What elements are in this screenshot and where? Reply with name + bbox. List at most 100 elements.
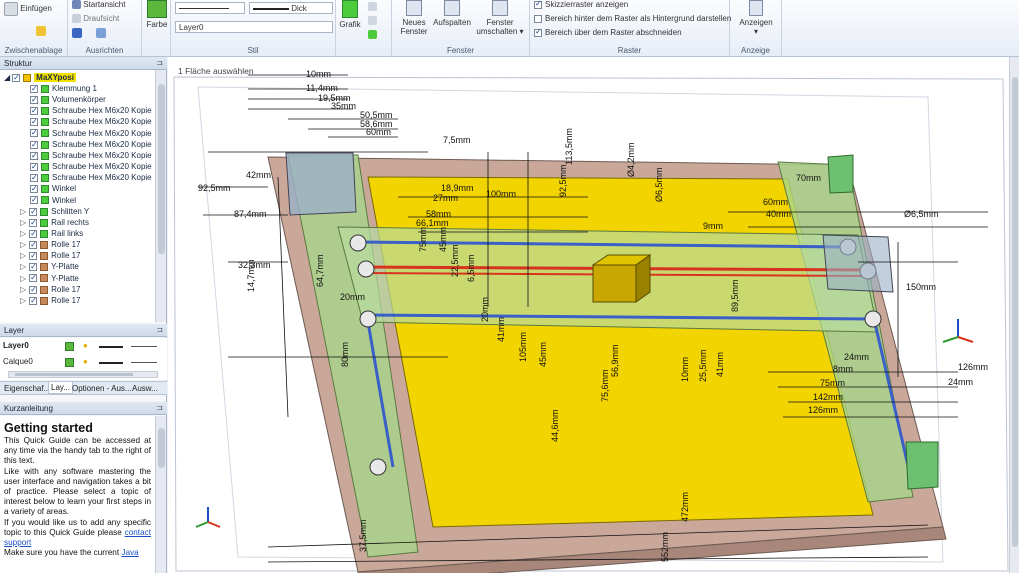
visibility-checkbox[interactable]: [29, 217, 38, 228]
tree-item[interactable]: ▷ Rolle 17: [20, 284, 81, 295]
line-weight-select[interactable]: Dick: [249, 2, 333, 14]
viewport-scroll-thumb[interactable]: [1012, 77, 1018, 547]
expand-icon[interactable]: ▷: [20, 262, 26, 271]
visibility-checkbox[interactable]: [12, 72, 21, 83]
pin-icon[interactable]: ⊐: [156, 403, 163, 412]
top-view-button[interactable]: Draufsicht: [72, 14, 119, 24]
layer-row[interactable]: Layer0 ●: [3, 341, 163, 353]
visibility-checkbox[interactable]: [30, 116, 38, 127]
guide-scroll-thumb[interactable]: [158, 428, 165, 468]
expand-icon[interactable]: ▷: [20, 274, 26, 283]
line-weight-icon[interactable]: [99, 362, 123, 364]
visibility-checkbox[interactable]: [29, 272, 38, 283]
color-button[interactable]: Farbe: [146, 0, 168, 29]
tree-item[interactable]: ▷ Schlitten Y: [20, 206, 89, 217]
cad-drawing[interactable]: 10mm 11,4mm 19,5mm 35mm 50,5mm 58,6mm 60…: [168, 57, 1019, 573]
split-button[interactable]: Aufspalten: [432, 0, 472, 27]
tree-item[interactable]: ▷ Rail rechts: [20, 217, 89, 228]
visibility-checkbox[interactable]: [30, 183, 38, 194]
tree-item[interactable]: ▷ Y-Platte: [20, 272, 79, 284]
layer-color-icon[interactable]: [65, 358, 74, 367]
grafik-button[interactable]: Grafik: [338, 0, 362, 29]
cube-view-button[interactable]: [72, 28, 107, 38]
tree-item[interactable]: Klemmung 1: [30, 83, 97, 94]
tree-item[interactable]: ▷ Y-Platte: [20, 261, 79, 272]
tree-item[interactable]: ▷ Rolle 17: [20, 295, 81, 306]
format-painter-button[interactable]: [36, 26, 46, 36]
pin-icon[interactable]: ⊐: [156, 325, 163, 334]
visibility-checkbox[interactable]: [29, 295, 38, 306]
layer-color-icon[interactable]: [65, 342, 74, 351]
visibility-checkbox[interactable]: [30, 127, 38, 138]
switch-window-button[interactable]: Fenster umschalten ▾: [474, 0, 526, 36]
start-view-button[interactable]: Startansicht: [72, 0, 125, 10]
tab-layer[interactable]: Lay...: [48, 382, 73, 394]
tree-item[interactable]: Schraube Hex M6x20 Kopie: [30, 139, 152, 150]
visibility-checkbox[interactable]: [30, 172, 38, 183]
expand-icon[interactable]: ▷: [20, 207, 26, 216]
new-window-button[interactable]: Neues Fenster: [396, 0, 432, 36]
expand-icon[interactable]: ▷: [20, 218, 26, 227]
visibility-checkbox[interactable]: [30, 94, 38, 105]
cad-viewport[interactable]: 10mm 11,4mm 19,5mm 35mm 50,5mm 58,6mm 60…: [168, 57, 1019, 573]
tree-item[interactable]: Schraube Hex M6x20 Kopie: [30, 105, 152, 116]
line-style-select[interactable]: [175, 2, 245, 14]
line-weight-icon[interactable]: [99, 346, 123, 348]
line-style-icon[interactable]: [131, 346, 157, 347]
display-button[interactable]: Anzeigen ▾: [734, 0, 778, 36]
expand-icon[interactable]: ▷: [20, 285, 26, 294]
tree-item[interactable]: Schraube Hex M6x20 Kopie: [30, 161, 152, 172]
visibility-checkbox[interactable]: [29, 261, 38, 272]
tree-item[interactable]: Winkel: [30, 194, 76, 206]
tree-item[interactable]: Volumenkörper: [30, 94, 106, 105]
java-link[interactable]: Java: [121, 548, 138, 557]
paste-button[interactable]: Einfügen: [4, 2, 52, 16]
visibility-checkbox[interactable]: [29, 206, 38, 217]
tab-selection[interactable]: Ausw...: [132, 384, 158, 393]
grafik-opt3-button[interactable]: [368, 30, 377, 40]
grafik-opt2-button[interactable]: [368, 16, 377, 26]
raster-opt2-checkbox[interactable]: Bereich hinter dem Raster als Hintergrun…: [534, 14, 731, 23]
expand-icon[interactable]: ▷: [20, 229, 26, 238]
visibility-checkbox[interactable]: [29, 239, 38, 250]
tree-item[interactable]: Schraube Hex M6x20 Kopie: [30, 150, 152, 161]
tree-item[interactable]: Winkel: [30, 183, 76, 194]
tree-item[interactable]: Schraube Hex M6x20 Kopie: [30, 116, 152, 127]
expand-icon[interactable]: ▷: [20, 240, 26, 249]
visibility-checkbox[interactable]: [30, 161, 38, 172]
tree-item[interactable]: ▷ Rolle 17: [20, 250, 81, 261]
tree-item[interactable]: ▷ Rolle 17: [20, 239, 81, 250]
visibility-checkbox[interactable]: [29, 284, 38, 295]
line-style-icon[interactable]: [131, 362, 157, 363]
tab-options[interactable]: Optionen - Aus...: [72, 384, 132, 393]
tree-item[interactable]: Schraube Hex M6x20 Kopie: [30, 172, 152, 183]
guide-scrollbar[interactable]: [155, 416, 166, 573]
visibility-checkbox[interactable]: [30, 194, 38, 205]
expand-icon[interactable]: ▷: [20, 296, 26, 305]
layer-row[interactable]: Calque0 ●: [3, 357, 163, 369]
tree-scroll-thumb[interactable]: [158, 84, 165, 254]
expand-icon[interactable]: ▷: [20, 251, 26, 260]
raster-opt1-checkbox[interactable]: Skizzierraster anzeigen: [534, 0, 628, 9]
visibility-checkbox[interactable]: [29, 228, 38, 239]
visibility-checkbox[interactable]: [30, 150, 38, 161]
tab-properties[interactable]: Eigenschaf...: [4, 384, 50, 393]
layer-select[interactable]: Layer0: [175, 21, 333, 33]
pin-icon[interactable]: ⊐: [156, 58, 163, 67]
visibility-checkbox[interactable]: [30, 105, 38, 116]
bulb-icon[interactable]: ●: [83, 357, 88, 366]
tree-scrollbar[interactable]: [155, 70, 166, 322]
visibility-checkbox[interactable]: [29, 250, 38, 261]
grafik-opt1-button[interactable]: [368, 2, 377, 12]
layer-hscroll-thumb[interactable]: [15, 373, 133, 376]
tree-item[interactable]: Schraube Hex M6x20 Kopie: [30, 127, 152, 139]
visibility-checkbox[interactable]: [30, 139, 38, 150]
layer-hscrollbar[interactable]: [8, 371, 158, 378]
tree-root[interactable]: ◢ MaXYposi: [4, 72, 76, 83]
raster-opt3-checkbox[interactable]: Bereich über dem Raster abschneiden: [534, 27, 682, 37]
viewport-scrollbar[interactable]: [1009, 57, 1019, 573]
tree-item[interactable]: ▷ Rail links: [20, 228, 83, 239]
visibility-checkbox[interactable]: [30, 83, 38, 94]
bulb-icon[interactable]: ●: [83, 341, 88, 350]
expand-icon[interactable]: ◢: [4, 73, 10, 82]
